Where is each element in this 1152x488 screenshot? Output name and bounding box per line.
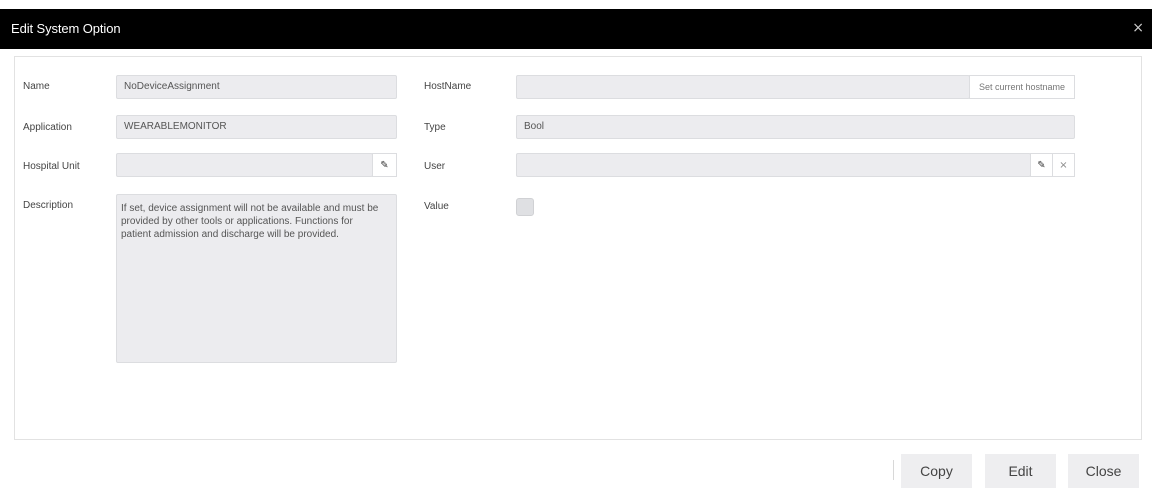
user-field[interactable]: [516, 153, 1031, 177]
close-button[interactable]: Close: [1068, 454, 1139, 488]
copy-button[interactable]: Copy: [901, 454, 972, 488]
edit-system-option-dialog: Edit System Option × Name NoDeviceAssign…: [0, 0, 1152, 488]
application-label: Application: [23, 122, 72, 133]
footer-divider: [893, 460, 894, 480]
value-label: Value: [424, 201, 449, 212]
hostname-label: HostName: [424, 81, 472, 92]
name-label: Name: [23, 81, 50, 92]
edit-button[interactable]: Edit: [985, 454, 1056, 488]
set-current-hostname-button[interactable]: Set current hostname: [969, 75, 1075, 99]
pencil-icon: ✎: [1037, 160, 1046, 171]
hospital-unit-edit-button[interactable]: ✎: [372, 153, 397, 177]
close-icon[interactable]: ×: [1132, 20, 1144, 36]
form-panel: Name NoDeviceAssignment Application WEAR…: [14, 56, 1142, 440]
value-checkbox[interactable]: [516, 198, 534, 216]
hostname-field[interactable]: [516, 75, 970, 99]
hospital-unit-field[interactable]: [116, 153, 373, 177]
user-clear-button[interactable]: ×: [1052, 153, 1075, 177]
description-field[interactable]: If set, device assignment will not be av…: [116, 194, 397, 363]
dialog-titlebar: Edit System Option ×: [0, 9, 1152, 49]
name-field[interactable]: NoDeviceAssignment: [116, 75, 397, 99]
user-edit-button[interactable]: ✎: [1030, 153, 1053, 177]
type-label: Type: [424, 122, 446, 133]
hospital-unit-label: Hospital Unit: [23, 161, 80, 172]
close-icon: ×: [1059, 160, 1068, 171]
dialog-title: Edit System Option: [11, 21, 121, 36]
user-label: User: [424, 161, 446, 172]
description-label: Description: [23, 200, 74, 211]
type-field[interactable]: Bool: [516, 115, 1075, 139]
pencil-icon: ✎: [380, 160, 389, 171]
application-field[interactable]: WEARABLEMONITOR: [116, 115, 397, 139]
